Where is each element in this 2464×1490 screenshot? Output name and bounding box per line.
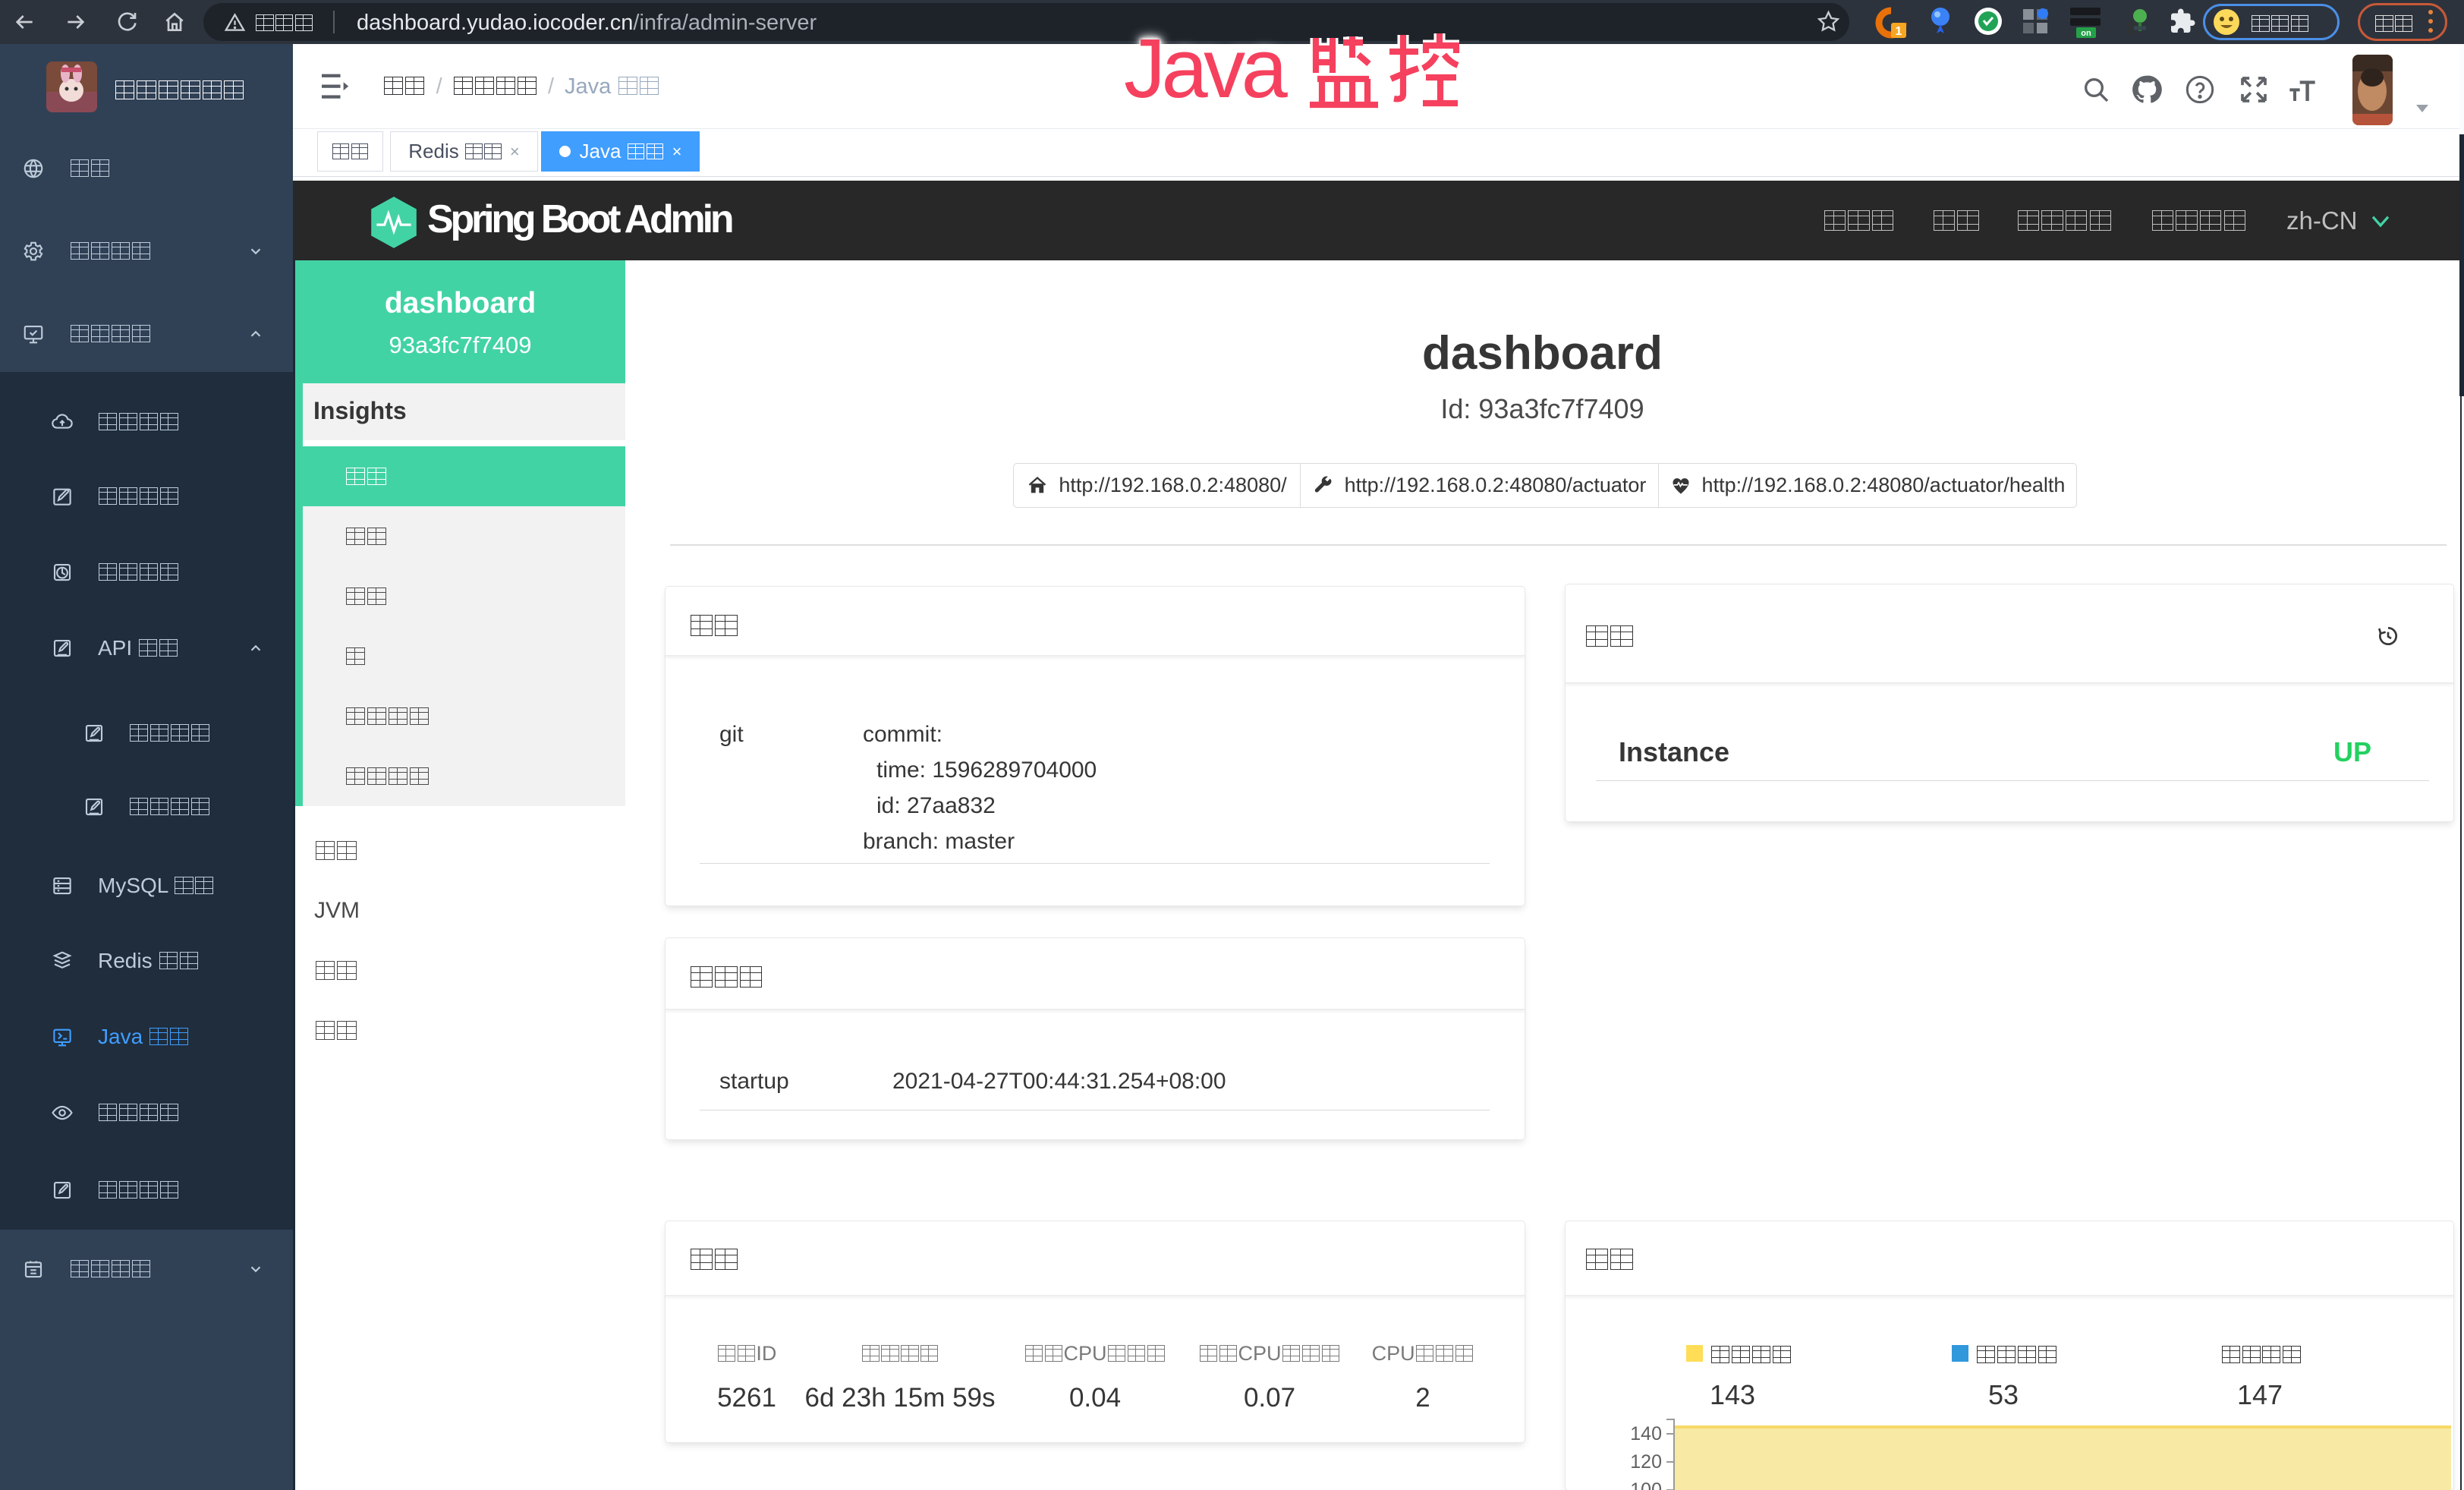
svg-text:1: 1 xyxy=(1896,25,1902,38)
svg-text:on: on xyxy=(2081,29,2091,38)
